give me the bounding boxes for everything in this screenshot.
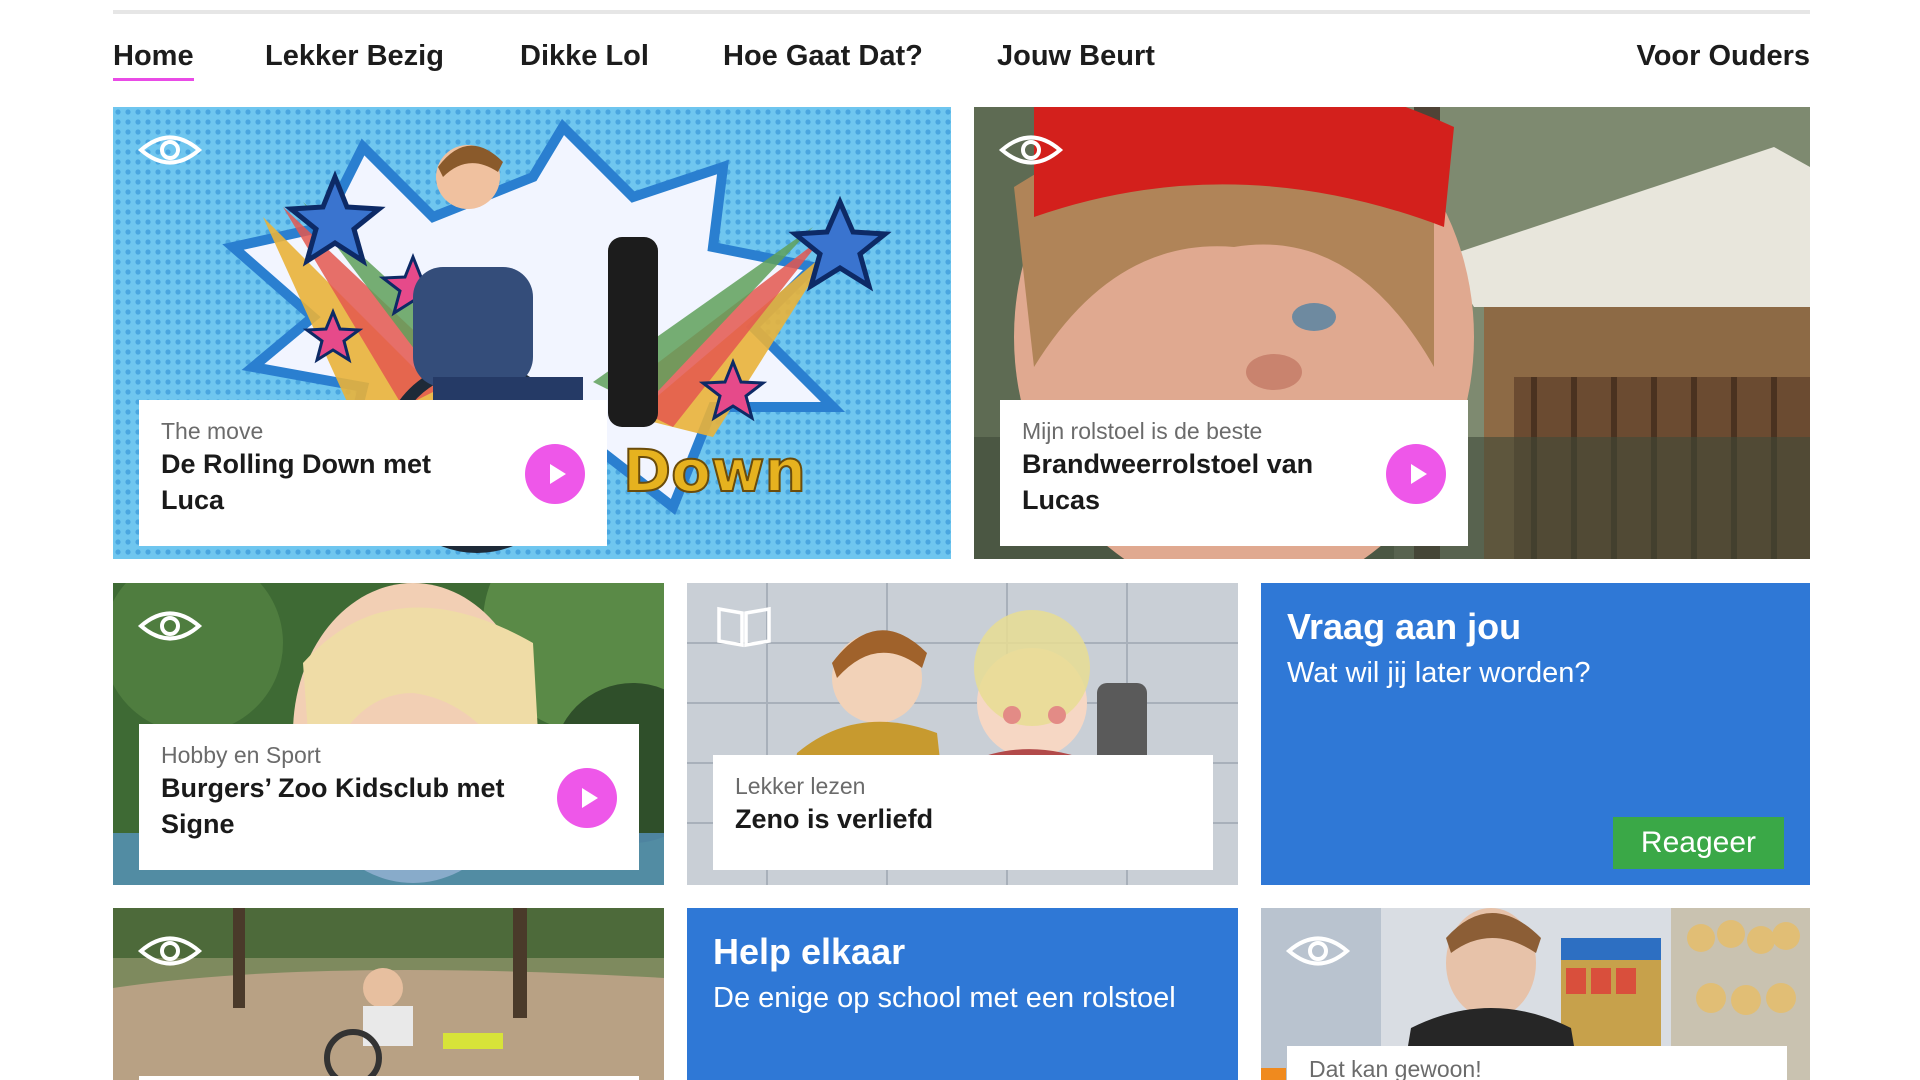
nav-hoe-gaat-dat[interactable]: Hoe Gaat Dat? (723, 40, 923, 73)
main-navigation: Home Lekker Bezig Dikke Lol Hoe Gaat Dat… (113, 40, 1810, 92)
card-category: Hobby en Sport (161, 742, 321, 768)
nav-lekker-bezig[interactable]: Lekker Bezig (265, 40, 444, 73)
play-button[interactable] (1386, 444, 1446, 504)
play-button[interactable] (557, 768, 617, 828)
read-card: Lekker lezen Zeno is verliefd (713, 755, 1213, 870)
video-card (139, 1076, 639, 1080)
card-category: Mijn rolstoel is de beste (1022, 418, 1263, 444)
play-button[interactable] (525, 444, 585, 504)
eye-icon (1285, 936, 1351, 966)
card-category: The move (161, 418, 264, 444)
video-card: Hobby en Sport Burgers’ Zoo Kidsclub met… (139, 724, 639, 870)
card-category: Lekker lezen (735, 773, 866, 799)
tile-vraag-aan-jou: Vraag aan jou Wat wil jij later worden? … (1261, 583, 1810, 885)
video-card: Mijn rolstoel is de beste Brandweerrolst… (1000, 400, 1468, 546)
reageer-button[interactable]: Reageer (1612, 817, 1784, 869)
book-icon (717, 606, 771, 648)
question-heading: Vraag aan jou (1287, 606, 1522, 647)
card-title: Burgers’ Zoo Kidsclub met Signe (161, 773, 505, 839)
video-card: Dat kan gewoon! (1287, 1046, 1787, 1080)
card-category: Dat kan gewoon! (1309, 1056, 1482, 1080)
card-title: Brandweerrolstoel van Lucas (1022, 449, 1314, 515)
tile-dat-kan-gewoon[interactable]: Dat kan gewoon! (1261, 908, 1810, 1080)
question-text: Wat wil jij later worden? (1287, 657, 1591, 689)
eye-icon (998, 135, 1064, 165)
nav-voor-ouders[interactable]: Voor Ouders (1637, 40, 1811, 73)
help-heading: Help elkaar (713, 931, 906, 972)
tile-brandweerrolstoel[interactable]: Mijn rolstoel is de beste Brandweerrolst… (974, 107, 1810, 559)
tile-rolling-down[interactable]: Down The move De Rolling Down met Luca (113, 107, 951, 559)
tile-help-elkaar[interactable]: Help elkaar De enige op school met een r… (687, 908, 1238, 1080)
eye-icon (137, 936, 203, 966)
video-card: The move De Rolling Down met Luca (139, 400, 607, 546)
nav-home[interactable]: Home (113, 40, 194, 81)
rolling-down-art-text: Down (622, 436, 807, 506)
card-title: De Rolling Down met Luca (161, 449, 431, 515)
top-divider (113, 10, 1810, 14)
help-text: De enige op school met een rolstoel (713, 982, 1176, 1014)
eye-icon (137, 135, 203, 165)
nav-dikke-lol[interactable]: Dikke Lol (520, 40, 649, 73)
eye-icon (137, 611, 203, 641)
nav-jouw-beurt[interactable]: Jouw Beurt (997, 40, 1155, 73)
tile-playground[interactable] (113, 908, 664, 1080)
card-title: Zeno is verliefd (735, 804, 934, 834)
tile-zeno-verliefd[interactable]: Lekker lezen Zeno is verliefd (687, 583, 1238, 885)
tile-burgers-zoo[interactable]: Hobby en Sport Burgers’ Zoo Kidsclub met… (113, 583, 664, 885)
